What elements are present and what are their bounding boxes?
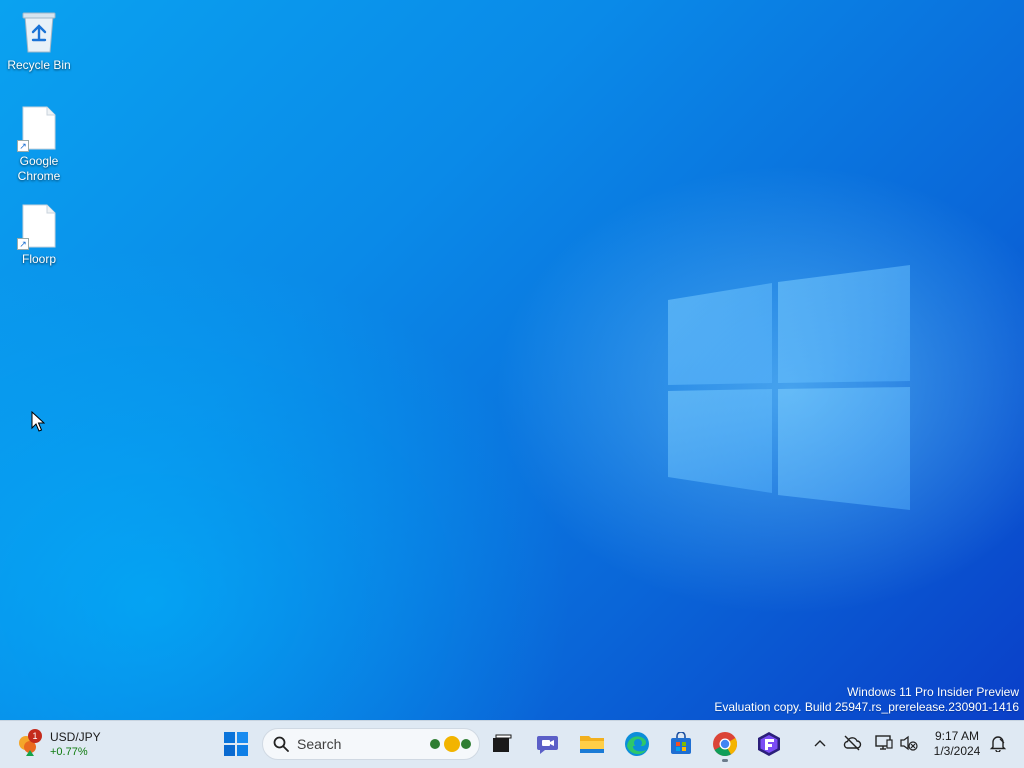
floorp-icon [758,732,780,756]
watermark-line-1: Windows 11 Pro Insider Preview [847,685,1019,699]
chrome-running-indicator [722,759,728,762]
network-icon [875,735,893,750]
desktop-icon-recycle-bin[interactable]: Recycle Bin [3,10,75,73]
taskbar-file-explorer[interactable] [574,726,610,762]
chrome-icon [713,732,738,757]
ticker-symbol: USD/JPY [50,730,101,744]
recycle-bin-icon [19,10,59,54]
edge-icon [625,732,649,756]
taskbar-task-view[interactable] [484,726,520,762]
widgets-ticker[interactable]: 1 USD/JPY +0.77% [16,725,101,765]
clock-time: 9:17 AM [934,729,980,743]
taskbar-clock[interactable]: 9:17 AM 1/3/2024 [928,729,986,759]
desktop-icon-label: Google Chrome [17,154,61,183]
notification-bell-icon [989,736,1007,752]
desktop[interactable]: Recycle Bin ↗ Google Chrome ↗ Floorp Win… [0,0,1024,720]
chevron-up-icon [814,740,826,747]
clock-date: 1/3/2024 [933,744,981,758]
shortcut-arrow-icon: ↗ [17,140,29,152]
taskbar-floorp[interactable] [751,726,787,762]
search-box[interactable]: Search [262,728,480,760]
mouse-cursor-icon [31,411,45,432]
volume-muted-icon [900,735,918,751]
notification-badge: 1 [28,729,42,743]
show-hidden-icons-button[interactable] [808,731,832,755]
volume-tray-button[interactable] [897,731,921,755]
search-highlight-icon [430,736,471,752]
desktop-icon-google-chrome[interactable]: ↗ Google Chrome [3,106,75,184]
onedrive-tray-button[interactable] [840,731,864,755]
taskbar-chrome[interactable] [707,726,743,762]
store-icon [671,732,691,754]
windows-wallpaper-logo [668,265,910,510]
taskbar-meet-now[interactable] [530,726,566,762]
start-button[interactable] [218,726,254,762]
cloud-offline-icon [843,735,862,751]
windows-start-icon [224,732,248,756]
taskbar-store[interactable] [663,726,699,762]
network-tray-button[interactable] [872,731,896,755]
search-icon [273,736,289,752]
desktop-icon-label: Recycle Bin [7,58,71,72]
watermark-line-2: Evaluation copy. Build 25947.rs_prerelea… [714,700,1019,714]
task-view-icon [493,734,512,752]
shortcut-arrow-icon: ↗ [17,238,29,250]
desktop-icon-label: Floorp [21,252,56,266]
evaluation-watermark: Windows 11 Pro Insider Preview Evaluatio… [714,685,1019,715]
currency-icon: 1 [16,729,44,759]
taskbar-edge[interactable] [619,726,655,762]
shortcut-file-icon: ↗ [17,204,59,250]
search-placeholder: Search [297,736,342,752]
ticker-change: +0.77% [50,746,88,758]
shortcut-file-icon: ↗ [17,106,59,152]
notifications-button[interactable] [986,731,1010,755]
folder-icon [580,736,604,753]
desktop-icon-floorp[interactable]: ↗ Floorp [3,204,75,267]
camera-chat-icon [537,736,558,754]
